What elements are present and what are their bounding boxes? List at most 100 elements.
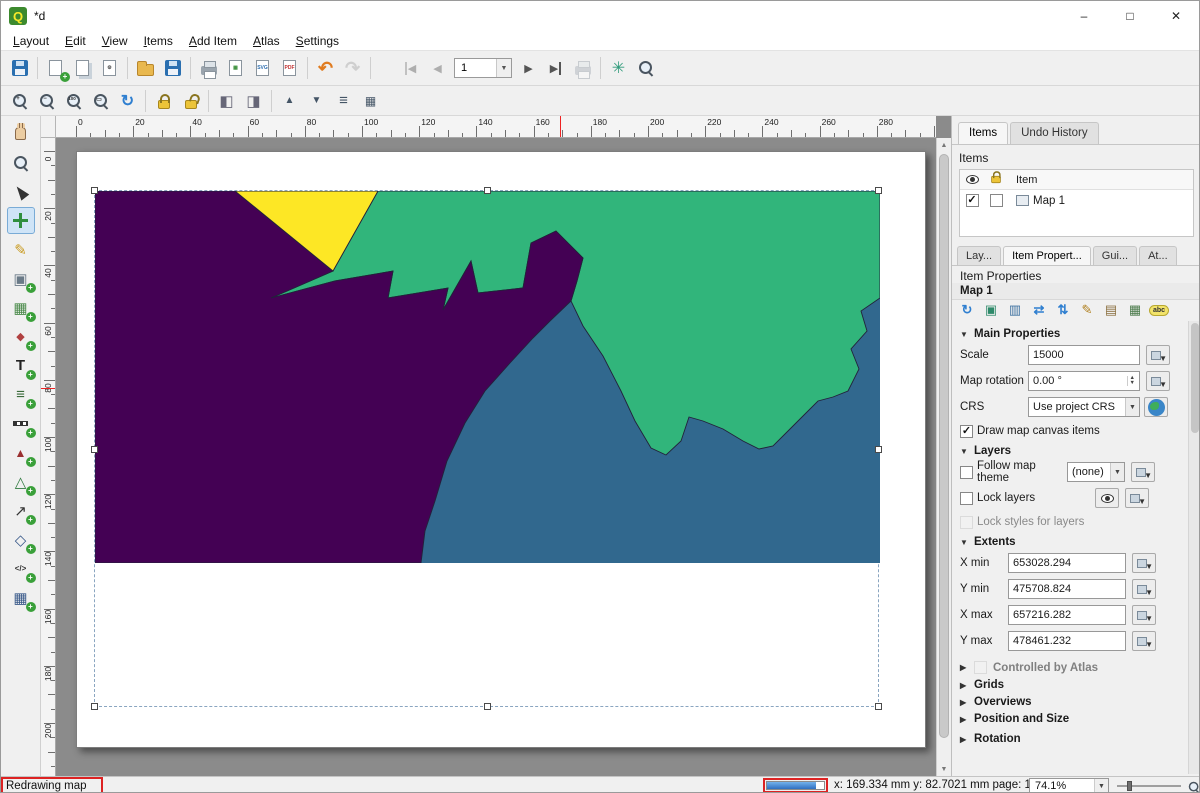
print-layout-button[interactable] xyxy=(195,55,222,81)
atlas-first-button[interactable]: ◀ xyxy=(397,55,424,81)
unlock-items-button[interactable] xyxy=(177,88,204,114)
crs-select-button[interactable] xyxy=(1144,397,1168,417)
theme-data-defined-button[interactable]: ▼ xyxy=(1131,462,1155,482)
controlled-by-atlas-checkbox[interactable] xyxy=(974,661,987,674)
crs-combo[interactable]: Use project CRS ▼ xyxy=(1028,397,1140,417)
add-scalebar-button[interactable] xyxy=(7,410,35,437)
panel-scrollbar[interactable] xyxy=(1188,321,1200,774)
selection-handle[interactable] xyxy=(91,446,98,453)
layout-manager-button[interactable]: ⚙ xyxy=(96,55,123,81)
layout-page[interactable] xyxy=(76,151,926,748)
add-shape-button[interactable]: △ xyxy=(7,468,35,495)
align-items-button[interactable]: ≡ xyxy=(330,88,357,114)
item-lock-checkbox[interactable] xyxy=(990,194,1003,207)
menu-items[interactable]: Items xyxy=(136,32,181,50)
atlas-print-button[interactable] xyxy=(569,55,596,81)
menu-layout[interactable]: Layout xyxy=(5,32,57,50)
set-map-extent-button[interactable]: ▣ xyxy=(980,300,1002,320)
grid-settings-button[interactable]: ▤ xyxy=(1100,300,1122,320)
atlas-last-button[interactable]: ▶ xyxy=(542,55,569,81)
zoom-slider[interactable] xyxy=(1117,785,1181,787)
lock-layers-data-defined-button[interactable]: ▼ xyxy=(1125,488,1149,508)
export-image-button[interactable]: ▦ xyxy=(222,55,249,81)
section-grids[interactable]: ▶ Grids xyxy=(960,679,1183,691)
selection-handle[interactable] xyxy=(875,703,882,710)
overview-settings-button[interactable]: ▦ xyxy=(1124,300,1146,320)
tab-items[interactable]: Items xyxy=(958,122,1008,144)
refresh-view-button[interactable]: ↻ xyxy=(114,88,141,114)
load-template-button[interactable] xyxy=(132,55,159,81)
undo-button[interactable]: ↶ xyxy=(312,55,339,81)
maximize-button[interactable]: □ xyxy=(1107,1,1153,31)
lock-layers-checkbox[interactable] xyxy=(960,492,973,505)
export-svg-button[interactable]: SVG xyxy=(249,55,276,81)
scroll-up-icon[interactable]: ▲ xyxy=(937,138,951,152)
add-arrow-button[interactable]: ↗ xyxy=(7,497,35,524)
pan-tool-button[interactable] xyxy=(7,120,35,147)
lock-styles-checkbox[interactable] xyxy=(960,516,973,529)
new-layout-button[interactable] xyxy=(42,55,69,81)
xmin-data-defined-button[interactable]: ▼ xyxy=(1132,553,1156,573)
selection-handle[interactable] xyxy=(91,187,98,194)
atlas-settings-button[interactable]: ✳ xyxy=(605,55,632,81)
zoom-actual-button[interactable]: 100 xyxy=(60,88,87,114)
export-pdf-button[interactable]: PDF xyxy=(276,55,303,81)
section-controlled-by-atlas[interactable]: ▶ Controlled by Atlas xyxy=(960,661,1183,674)
draw-canvas-items-checkbox[interactable]: ✓ xyxy=(960,425,973,438)
scroll-down-icon[interactable]: ▼ xyxy=(937,762,951,776)
raise-items-button[interactable]: ▲ xyxy=(276,88,303,114)
add-legend-button[interactable]: ≡ xyxy=(7,381,35,408)
redo-button[interactable]: ↷ xyxy=(339,55,366,81)
add-node-item-button[interactable]: ◇ xyxy=(7,526,35,553)
selection-handle[interactable] xyxy=(875,446,882,453)
ymin-data-defined-button[interactable]: ▼ xyxy=(1132,579,1156,599)
distribute-items-button[interactable]: ▦ xyxy=(357,88,384,114)
xmax-input[interactable]: 657216.282 xyxy=(1008,605,1126,625)
add-north-arrow-button[interactable]: ▲ xyxy=(7,439,35,466)
close-button[interactable]: ✕ xyxy=(1153,1,1199,31)
zoom-full-button[interactable]: ▭ xyxy=(87,88,114,114)
section-extents[interactable]: ▼ Extents xyxy=(960,536,1183,548)
refresh-map-preview-button[interactable]: ↻ xyxy=(956,300,978,320)
theme-combo[interactable]: (none) ▼ xyxy=(1067,462,1125,482)
menu-view[interactable]: View xyxy=(94,32,136,50)
zoom-level-combo[interactable]: 74.1% ▼ xyxy=(1029,778,1109,793)
zoom-in-button[interactable]: + xyxy=(6,88,33,114)
xmin-input[interactable]: 653028.294 xyxy=(1008,553,1126,573)
add-map-button[interactable]: ▣ xyxy=(7,265,35,292)
zoom-out-button[interactable]: − xyxy=(33,88,60,114)
zoom-tool-button[interactable] xyxy=(7,149,35,176)
select-item-tool-button[interactable] xyxy=(7,178,35,205)
lower-items-button[interactable]: ▼ xyxy=(303,88,330,114)
section-rotation[interactable]: ▶ Rotation xyxy=(960,733,1183,745)
add-picture-button[interactable]: ▦ xyxy=(7,294,35,321)
atlas-preview-button[interactable] xyxy=(632,55,659,81)
spinner-arrows-icon[interactable]: ▲▼ xyxy=(1127,376,1135,386)
atlas-next-button[interactable]: ▶ xyxy=(515,55,542,81)
add-html-button[interactable]: </> xyxy=(7,555,35,582)
section-position-and-size[interactable]: ▶ Position and Size xyxy=(960,713,1183,725)
edit-nodes-tool-button[interactable]: ✎ xyxy=(7,236,35,263)
selection-handle[interactable] xyxy=(91,703,98,710)
ymax-data-defined-button[interactable]: ▼ xyxy=(1132,631,1156,651)
section-layers[interactable]: ▼ Layers xyxy=(960,445,1183,457)
tab-guides[interactable]: Gui... xyxy=(1093,246,1137,265)
item-row-map1[interactable]: ✓ Map 1 xyxy=(960,190,1193,211)
scale-input[interactable]: 15000 xyxy=(1028,345,1140,365)
move-content-tool-button[interactable] xyxy=(7,207,35,234)
rotation-input[interactable]: 0.00 ° ▲▼ xyxy=(1028,371,1140,391)
selection-handle[interactable] xyxy=(484,187,491,194)
menu-add-item[interactable]: Add Item xyxy=(181,32,245,50)
save-template-button[interactable] xyxy=(159,55,186,81)
xmax-data-defined-button[interactable]: ▼ xyxy=(1132,605,1156,625)
section-main-properties[interactable]: ▼ Main Properties xyxy=(960,328,1183,340)
add-label-button[interactable]: T xyxy=(7,352,35,379)
selection-handle[interactable] xyxy=(484,703,491,710)
minimize-button[interactable]: – xyxy=(1061,1,1107,31)
add-attribute-table-button[interactable]: ▦ xyxy=(7,584,35,611)
map-item[interactable] xyxy=(94,190,879,707)
section-overviews[interactable]: ▶ Overviews xyxy=(960,696,1183,708)
selection-handle[interactable] xyxy=(875,187,882,194)
label-settings-button[interactable]: abc xyxy=(1148,300,1170,320)
atlas-page-dropdown-icon[interactable]: ▼ xyxy=(496,59,511,77)
